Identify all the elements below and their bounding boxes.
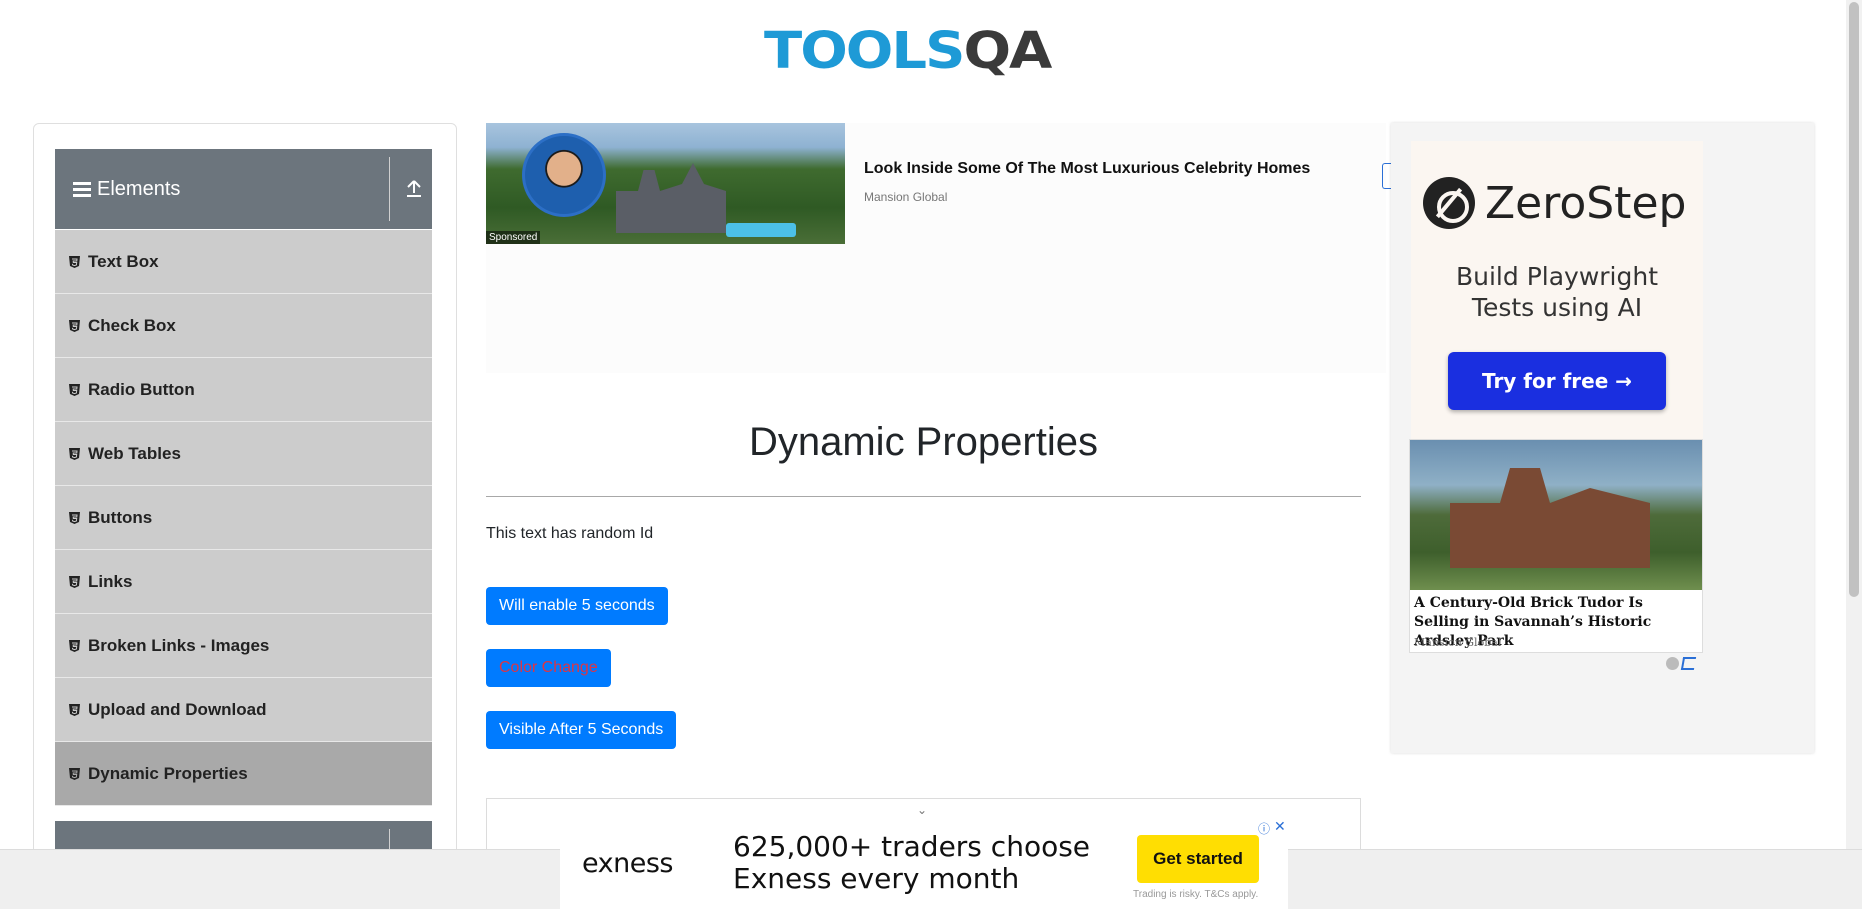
headline-line-2: Exness every month bbox=[733, 862, 1020, 895]
get-started-button[interactable]: Get started bbox=[1137, 835, 1259, 883]
vertical-scrollbar[interactable] bbox=[1846, 0, 1862, 849]
sidebar-item-check-box[interactable]: Check Box bbox=[55, 294, 432, 358]
html5-icon bbox=[69, 767, 80, 780]
sidebar-item-label: Upload and Download bbox=[88, 699, 267, 719]
tagline-line-1: Build Playwright bbox=[1455, 262, 1659, 291]
page-title: Dynamic Properties bbox=[748, 420, 1098, 464]
html5-icon bbox=[69, 383, 80, 396]
sidebar-item-links[interactable]: Links bbox=[55, 550, 432, 614]
sidebar-item-label: Links bbox=[88, 571, 133, 591]
chevron-down-icon[interactable]: ⌄ bbox=[917, 803, 927, 817]
tudor-house-image[interactable] bbox=[1410, 440, 1702, 590]
sidebar-item-dynamic-properties[interactable]: Dynamic Properties bbox=[55, 742, 432, 806]
hamburger-icon bbox=[73, 181, 91, 197]
title-divider bbox=[486, 496, 1361, 497]
sidebar-item-label: Text Box bbox=[88, 251, 159, 271]
pool-shape bbox=[726, 223, 796, 237]
house-article-ad[interactable]: A Century-Old Brick Tudor Is Selling in … bbox=[1409, 439, 1703, 653]
headline-line-1: 625,000+ traders choose bbox=[733, 830, 1091, 863]
sidebar-menu: Text Box Check Box Radio Button Web Tabl… bbox=[55, 230, 432, 806]
right-ad-panel[interactable]: ZeroStep Build Playwright Tests using AI… bbox=[1391, 123, 1814, 753]
sidebar-item-label: Dynamic Properties bbox=[88, 763, 248, 783]
zerostep-brand: ZeroStep bbox=[1485, 177, 1687, 229]
sidebar-item-text-box[interactable]: Text Box bbox=[55, 230, 432, 294]
house-article-source: Mansion Global bbox=[1414, 636, 1502, 649]
adchoices-icon[interactable] bbox=[1680, 657, 1697, 670]
sidebar-item-label: Buttons bbox=[88, 507, 153, 527]
ad-source: Mansion Global bbox=[864, 190, 948, 204]
zerostep-ad[interactable]: ZeroStep Build Playwright Tests using AI… bbox=[1411, 141, 1703, 441]
group-title: Elements bbox=[97, 177, 181, 200]
ad-headline-link[interactable]: Look Inside Some Of The Most Luxurious C… bbox=[864, 160, 1310, 178]
exness-disclaimer: Trading is risky. T&Cs apply. bbox=[1133, 889, 1259, 900]
random-id-text: This text has random Id bbox=[486, 525, 654, 542]
html5-icon bbox=[69, 575, 80, 588]
ad-info-icon[interactable] bbox=[1666, 657, 1679, 670]
html5-icon bbox=[69, 255, 80, 268]
collapse-up-icon[interactable] bbox=[404, 177, 424, 199]
tagline-line-2: Tests using AI bbox=[1471, 293, 1643, 322]
html5-icon bbox=[69, 703, 80, 716]
html5-icon bbox=[69, 447, 80, 460]
sponsored-label: Sponsored bbox=[486, 231, 541, 244]
sidebar-item-web-tables[interactable]: Web Tables bbox=[55, 422, 432, 486]
mansion-shape bbox=[616, 163, 726, 233]
sidebar-item-buttons[interactable]: Buttons bbox=[55, 486, 432, 550]
page: TOOLSQA Elements Text Box Check Box Radi… bbox=[0, 0, 1862, 909]
sidebar-item-label: Broken Links - Images bbox=[88, 635, 270, 655]
sidebar-item-broken-links[interactable]: Broken Links - Images bbox=[55, 614, 432, 678]
scrollbar-thumb[interactable] bbox=[1849, 2, 1859, 597]
zerostep-logo: ZeroStep bbox=[1423, 177, 1686, 229]
html5-icon bbox=[69, 319, 80, 332]
ad-thumbnail-image[interactable]: Sponsored bbox=[486, 123, 845, 244]
logo-text: TOOLSQA bbox=[764, 22, 1052, 81]
zerostep-tagline: Build Playwright Tests using AI bbox=[1411, 261, 1703, 323]
sidebar-item-upload-download[interactable]: Upload and Download bbox=[55, 678, 432, 742]
top-sponsored-ad[interactable]: Sponsored Look Inside Some Of The Most L… bbox=[486, 123, 1392, 373]
html5-icon bbox=[69, 511, 80, 524]
html5-icon bbox=[69, 639, 80, 652]
ad-choices[interactable] bbox=[1666, 657, 1697, 670]
sidebar-item-label: Radio Button bbox=[88, 379, 195, 399]
sidebar-item-radio-button[interactable]: Radio Button bbox=[55, 358, 432, 422]
zerostep-mark-icon bbox=[1423, 177, 1475, 229]
ad-info-icon[interactable]: ⓘ bbox=[1258, 820, 1270, 837]
exness-banner-ad[interactable]: exness 625,000+ traders choose Exness ev… bbox=[560, 818, 1288, 909]
exness-logo: exness bbox=[582, 848, 673, 879]
house-shape bbox=[1450, 468, 1650, 568]
color-change-button[interactable]: Color Change bbox=[486, 649, 611, 687]
header-divider bbox=[389, 157, 390, 221]
toolsqa-logo[interactable]: TOOLSQA bbox=[764, 14, 1052, 90]
sidebar-item-label: Check Box bbox=[88, 315, 176, 335]
enable-after-button[interactable]: Will enable 5 seconds bbox=[486, 587, 668, 625]
visible-after-button[interactable]: Visible After 5 Seconds bbox=[486, 711, 677, 749]
sidebar-item-label: Web Tables bbox=[88, 443, 181, 463]
celebrity-portrait bbox=[522, 133, 606, 217]
exness-headline: 625,000+ traders choose Exness every mon… bbox=[733, 831, 1090, 895]
try-for-free-button[interactable]: Try for free → bbox=[1448, 352, 1666, 410]
close-icon[interactable]: ✕ bbox=[1274, 818, 1286, 835]
group-header-elements[interactable]: Elements bbox=[55, 149, 432, 229]
